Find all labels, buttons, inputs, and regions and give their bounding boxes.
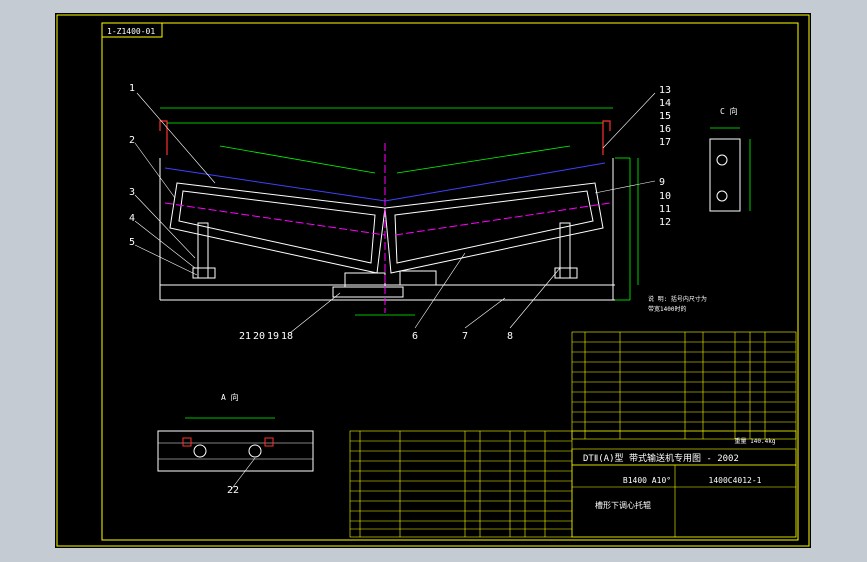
center-bearing-right	[399, 270, 437, 286]
title-block-name: 槽形下调心托辊	[595, 500, 651, 510]
callout-5: 5	[129, 237, 135, 248]
callout-1: 1	[129, 83, 135, 94]
title-block-mass: 重量 140.4kg	[735, 437, 776, 445]
title-block-spec: B1400 A10°	[623, 476, 671, 485]
note-line-2: 带宽1400时的	[648, 305, 686, 313]
callout-9: 9	[659, 177, 665, 188]
a-view: A 向	[157, 392, 314, 492]
a-view-bolt-left	[193, 444, 207, 458]
callout-17: 17	[659, 137, 671, 148]
title-block-drawing-no: 1400C4012-1	[709, 476, 762, 485]
dim-left-roller-length	[219, 145, 376, 174]
callout-8: 8	[507, 331, 513, 342]
c-view-hole-bottom	[716, 190, 728, 202]
leader-13	[602, 92, 656, 149]
callout-3: 3	[129, 187, 135, 198]
cad-viewport[interactable]: 1-Z1400-01 1 2 3 4 5 6 7 8 9 10 11 12 13…	[55, 13, 811, 548]
leader-3	[134, 194, 196, 259]
callout-18: 18	[281, 331, 293, 342]
right-bracket	[602, 120, 611, 155]
callout-21: 21	[239, 331, 251, 342]
callout-12: 12	[659, 217, 671, 228]
callout-20: 20	[253, 331, 265, 342]
leader-7	[464, 297, 506, 329]
callout-4: 4	[129, 213, 135, 224]
leader-22	[229, 457, 256, 492]
drawing-canvas: 1-Z1400-01 1 2 3 4 5 6 7 8 9 10 11 12 13…	[56, 14, 810, 547]
leader-8	[509, 267, 561, 329]
a-view-bolt-right	[248, 444, 262, 458]
a-view-plate	[157, 430, 314, 472]
main-view	[159, 158, 615, 301]
c-view-hole-top	[716, 154, 728, 166]
dimensions	[160, 107, 639, 316]
leader-21	[289, 292, 341, 334]
callout-14: 14	[659, 98, 671, 109]
right-roller-inner	[394, 190, 594, 264]
c-view: C 向	[709, 106, 751, 212]
outer-border	[56, 14, 810, 547]
callout-11: 11	[659, 204, 671, 215]
callout-2: 2	[129, 135, 135, 146]
callout-19: 19	[267, 331, 279, 342]
callout-7: 7	[462, 331, 468, 342]
dim-right-roller-length	[396, 145, 571, 174]
callout-15: 15	[659, 111, 671, 122]
left-foot	[192, 267, 216, 279]
upper-table-frame	[571, 331, 797, 440]
notes: 说 明: 括号内尺寸为 带宽1400时的	[648, 295, 707, 313]
right-roller-axis	[394, 202, 611, 236]
callout-13: 13	[659, 85, 671, 96]
note-line-1: 说 明: 括号内尺寸为	[648, 295, 707, 303]
left-support	[197, 222, 209, 279]
callout-6: 6	[412, 331, 418, 342]
leader-2	[134, 142, 176, 199]
view-c-label: C 向	[720, 106, 738, 116]
leader-4	[134, 220, 196, 269]
title-block: DTⅡ(A)型 带式输送机专用图 - 2002 B1400 A10° 1400C…	[571, 437, 797, 538]
leader-6	[414, 252, 466, 329]
a-view-clip-left	[182, 437, 192, 447]
title-block-code: 1-Z1400-01	[107, 27, 155, 36]
leader-5	[134, 244, 198, 276]
callout-16: 16	[659, 124, 671, 135]
parts-table-upper	[571, 331, 797, 440]
leader-9	[594, 180, 656, 194]
callout-10: 10	[659, 191, 671, 202]
view-a-label: A 向	[221, 392, 239, 402]
a-view-clip-right	[264, 437, 274, 447]
title-block-standard: DTⅡ(A)型 带式输送机专用图 - 2002	[583, 452, 739, 464]
right-foot	[554, 267, 578, 279]
center-plate	[332, 286, 404, 298]
right-support	[559, 222, 571, 279]
